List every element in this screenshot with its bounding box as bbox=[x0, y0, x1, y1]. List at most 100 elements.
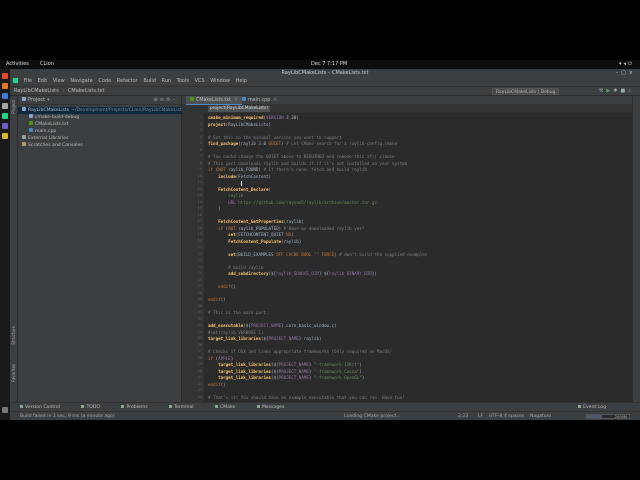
code-line[interactable]: set(BUILD_EXAMPLES OFF CACHE BOOL "" FOR… bbox=[208, 252, 427, 257]
code-line[interactable]: FetchContent_Declare( bbox=[208, 187, 271, 192]
code-line[interactable]: endif() bbox=[208, 284, 236, 289]
nav-project[interactable]: RayLibCMakeLists bbox=[14, 88, 59, 94]
code-line[interactable]: endif() bbox=[208, 297, 226, 302]
favorites-tool-tab[interactable]: Favorites bbox=[11, 364, 16, 382]
code-line[interactable]: target_link_libraries(${PROJECT_NAME} "-… bbox=[208, 369, 362, 374]
search-icon[interactable]: ⌕ bbox=[628, 88, 634, 94]
menu-edit[interactable]: Edit bbox=[38, 78, 48, 84]
menu-file[interactable]: File bbox=[24, 78, 32, 84]
menu-view[interactable]: View bbox=[53, 78, 65, 84]
app-icon[interactable] bbox=[2, 123, 8, 129]
close-icon[interactable]: × bbox=[629, 70, 636, 76]
code-line[interactable]: add_subdirectory(${raylib_SOURCE_DIR} ${… bbox=[208, 271, 377, 276]
app-menu[interactable]: CLion bbox=[40, 60, 54, 69]
code-line[interactable]: # This is the main part: bbox=[208, 310, 269, 315]
code-line[interactable]: if (NOT raylib_POPULATED) # Have we down… bbox=[208, 226, 364, 231]
code-line[interactable]: # build raylib bbox=[208, 265, 263, 270]
line-number: 28 bbox=[197, 290, 202, 295]
tool-tab-messages[interactable]: Messages bbox=[256, 405, 295, 410]
activities-button[interactable]: Activities bbox=[6, 60, 29, 69]
run-configuration-select[interactable]: RayLibCMakeLists | Debug bbox=[492, 88, 560, 95]
window-titlebar: RayLibCMakeLists – CMakeLists.txt –□× bbox=[10, 69, 640, 77]
code-line[interactable]: FetchContent_GetProperties(raylib) bbox=[208, 219, 304, 224]
code-line[interactable]: ) bbox=[208, 206, 221, 211]
file-encoding[interactable]: UTF-8 bbox=[489, 412, 502, 420]
menu-tools[interactable]: Tools bbox=[177, 78, 189, 84]
code-line[interactable]: include(FetchContent) bbox=[208, 174, 271, 179]
menu-vcs[interactable]: VCS bbox=[195, 78, 205, 84]
terminal-icon[interactable] bbox=[2, 103, 8, 109]
code-line[interactable]: endif() bbox=[208, 382, 226, 387]
system-tray[interactable]: ▾◂⏻ bbox=[619, 60, 634, 69]
menu-refactor[interactable]: Refactor bbox=[117, 78, 138, 84]
code-line[interactable]: # You could change the QUIET above to RE… bbox=[208, 154, 395, 159]
tool-tab-problems[interactable]: Problems bbox=[121, 405, 157, 410]
app-icon[interactable] bbox=[2, 133, 8, 139]
tree-item[interactable]: main.cpp bbox=[18, 128, 182, 135]
code-line[interactable]: FetchContent_Populate(raylib) bbox=[208, 239, 301, 244]
menu-navigate[interactable]: Navigate bbox=[70, 78, 92, 84]
close-tab-icon[interactable]: × bbox=[273, 98, 277, 103]
code-line[interactable]: target_link_libraries(${PROJECT_NAME} "-… bbox=[208, 375, 364, 380]
code-line[interactable]: target_link_libraries(${PROJECT_NAME} ra… bbox=[208, 336, 322, 341]
tool-tab-terminal[interactable]: Terminal bbox=[169, 405, 203, 410]
menu-build[interactable]: Build bbox=[143, 78, 156, 84]
tree-item[interactable]: cmake-build-debug bbox=[18, 114, 182, 121]
caret-position[interactable]: 2:23 bbox=[458, 412, 468, 420]
tab-main-cpp[interactable]: main.cpp × bbox=[238, 96, 281, 105]
project-tool-tab[interactable]: Project bbox=[11, 100, 16, 114]
code-line[interactable]: # Checks if OSX and links appropriate fr… bbox=[208, 349, 392, 354]
breadcrumb[interactable]: project(RayLibCMakeLists) bbox=[208, 106, 270, 112]
files-icon[interactable] bbox=[2, 93, 8, 99]
code-line[interactable]: # Set this to the minimal version you wa… bbox=[208, 135, 342, 140]
tree-item-label: main.cpp bbox=[35, 129, 57, 134]
clock[interactable]: Dec 7 7:17 PM bbox=[311, 60, 347, 69]
tab-label: CMakeLists.txt bbox=[196, 98, 231, 103]
code-line[interactable]: # This part downloads raylib and builds … bbox=[208, 161, 407, 166]
indent-setting[interactable]: 4 spaces bbox=[504, 412, 524, 420]
menu-help[interactable]: Help bbox=[236, 78, 247, 84]
tree-item[interactable]: CMakeLists.txt bbox=[18, 121, 182, 128]
code-line[interactable]: set(FETCHCONTENT_QUIET NO) bbox=[208, 232, 294, 237]
tree-item[interactable]: Scratches and Consoles bbox=[18, 142, 182, 149]
code-line[interactable]: cmake_minimum_required(VERSION 3.20) bbox=[208, 115, 299, 120]
code-line[interactable]: URL https://github.com/raysan5/raylib/ar… bbox=[208, 200, 377, 205]
menu-code[interactable]: Code bbox=[98, 78, 111, 84]
code-line[interactable]: find_package(raylib 3.0 QUIET) # Let CMa… bbox=[208, 141, 397, 146]
structure-tool-tab[interactable]: Structure bbox=[11, 326, 16, 345]
menu-bar: File Edit View Navigate Code Refactor Bu… bbox=[10, 77, 640, 86]
status-message[interactable]: Build failed in 1 sec, 9 ms (a minute ag… bbox=[20, 412, 115, 420]
menu-run[interactable]: Run bbox=[161, 78, 171, 84]
code-line[interactable]: project(RayLibCMakeLists) bbox=[208, 122, 271, 127]
show-apps-icon[interactable] bbox=[2, 407, 8, 413]
code-line[interactable]: #set(raylib_VERBOSE 1) bbox=[208, 330, 263, 335]
theme-indicator[interactable]: Nagatoro bbox=[530, 412, 551, 420]
code-line[interactable]: if (NOT raylib_FOUND) # If there's none,… bbox=[208, 167, 367, 172]
clion-icon[interactable] bbox=[2, 113, 8, 119]
tab-cmakelists[interactable]: CMakeLists.txt × bbox=[186, 96, 243, 105]
tree-item[interactable]: External Libraries bbox=[18, 135, 182, 142]
ubuntu-app-icon[interactable] bbox=[2, 73, 8, 79]
line-number: 31 bbox=[197, 310, 202, 314]
code-line[interactable]: add_executable(${PROJECT_NAME} core_basi… bbox=[208, 323, 337, 328]
project-panel-title[interactable]: Project bbox=[28, 97, 45, 103]
hide-icon[interactable]: – bbox=[173, 97, 178, 103]
code-line[interactable]: target_link_libraries(${PROJECT_NAME} "-… bbox=[208, 362, 362, 367]
tool-tab-todo[interactable]: TODO bbox=[81, 405, 110, 410]
maximize-icon[interactable]: □ bbox=[621, 70, 629, 76]
memory-indicator[interactable]: 2000M bbox=[586, 414, 630, 419]
code-line[interactable]: if (APPLE) bbox=[208, 356, 233, 361]
code-line[interactable]: # That's it! You should have an example … bbox=[208, 395, 405, 400]
code-editor[interactable]: cmake_minimum_required(VERSION 3.20) proj… bbox=[204, 113, 640, 402]
firefox-icon[interactable] bbox=[2, 83, 8, 89]
line-separator[interactable]: LF bbox=[478, 412, 483, 420]
chevron-down-icon[interactable]: ▾ bbox=[47, 97, 50, 103]
tree-item[interactable]: RayLibCMakeLists ~/Development/Projects/C… bbox=[18, 107, 182, 114]
code-line[interactable]: raylib bbox=[208, 193, 243, 198]
tool-tab-version-control[interactable]: Version Control bbox=[20, 405, 70, 410]
menu-window[interactable]: Window bbox=[210, 78, 230, 84]
background-task-status[interactable]: Loading CMake project... bbox=[344, 412, 401, 420]
tool-tab-cmake[interactable]: CMake bbox=[215, 405, 245, 410]
line-number: 3 bbox=[199, 128, 202, 132]
nav-file[interactable]: CMakeLists.txt bbox=[68, 88, 104, 94]
